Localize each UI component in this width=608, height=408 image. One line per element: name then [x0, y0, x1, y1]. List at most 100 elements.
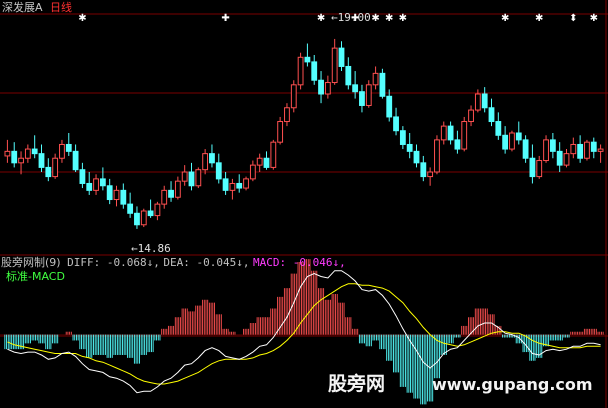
- candle-body-13: [93, 178, 99, 191]
- candle-body-62: [427, 171, 434, 178]
- candle-80: [549, 133, 556, 159]
- candle-16: [113, 185, 120, 207]
- signal-marker-5: ✱: [385, 13, 393, 24]
- indicator-sublabel: 标准-MACD: [6, 270, 65, 283]
- stock-name[interactable]: 深发展A: [2, 1, 43, 14]
- candle-body-2: [18, 157, 24, 164]
- candle-body-46: [318, 79, 324, 95]
- candle-85: [584, 139, 590, 161]
- diff-arrow: ↓: [146, 256, 154, 269]
- candle-22: [154, 201, 161, 221]
- candle-body-16: [113, 189, 120, 201]
- candle-42: [290, 80, 297, 113]
- candle-body-73: [502, 134, 509, 150]
- candle-body-54: [372, 72, 379, 86]
- candle-24: [168, 181, 174, 202]
- candle-body-83: [570, 143, 577, 155]
- candle-63: [434, 135, 440, 175]
- candle-6: [45, 158, 52, 182]
- candle-84: [577, 135, 584, 163]
- candle-78: [536, 155, 543, 179]
- candle-body-23: [161, 189, 168, 205]
- candle-20: [140, 208, 147, 228]
- candle-19: [134, 206, 140, 229]
- candle-61: [420, 155, 427, 182]
- candle-40: [277, 116, 284, 145]
- candle-body-65: [447, 125, 454, 141]
- candle-54: [372, 66, 379, 90]
- candle-77: [529, 144, 536, 184]
- candle-11: [79, 162, 86, 189]
- low-price-value: 14.86: [137, 242, 171, 255]
- candle-body-18: [127, 203, 134, 214]
- macd-value: -0.046: [292, 256, 333, 269]
- candle-body-32: [222, 178, 229, 191]
- candle-body-21: [147, 210, 154, 217]
- signal-marker-1: ✚: [221, 13, 229, 24]
- candle-body-29: [202, 153, 209, 171]
- diff-label: DIFF:: [67, 256, 101, 269]
- candle-body-10: [72, 150, 79, 171]
- macd-label: MACD:: [252, 256, 287, 269]
- candle-body-39: [270, 141, 277, 168]
- candle-body-9: [65, 143, 72, 152]
- candle-body-11: [79, 169, 86, 184]
- candle-body-60: [413, 150, 420, 164]
- candle-body-51: [352, 84, 359, 93]
- candle-86: [590, 137, 597, 159]
- candle-26: [181, 165, 188, 186]
- candle-body-56: [386, 95, 393, 118]
- period-label[interactable]: 日线: [50, 1, 72, 14]
- candle-73: [502, 126, 509, 154]
- candle-46: [318, 71, 324, 104]
- candle-67: [461, 116, 468, 152]
- candle-body-45: [311, 61, 318, 81]
- candle-44: [304, 43, 311, 67]
- candle-12: [86, 172, 93, 195]
- dea-line: [7, 283, 601, 385]
- signal-marker-8: ✱: [535, 13, 543, 24]
- candle-body-19: [134, 212, 140, 226]
- candle-62: [427, 167, 434, 186]
- candle-1: [11, 142, 18, 168]
- candle-65: [447, 121, 454, 145]
- candle-body-49: [338, 47, 345, 67]
- chart-canvas[interactable]: ✱ ✚ ✱ ✚ ✱ ✱ ✱ ✱ ✱ ⬍ ✱: [0, 0, 608, 408]
- candle-body-24: [168, 189, 174, 198]
- candle-body-1: [11, 150, 18, 164]
- candle-body-52: [359, 91, 365, 106]
- indicator-title[interactable]: 股旁网制(9): [1, 256, 61, 269]
- candle-body-36: [249, 164, 256, 180]
- candle-body-43: [297, 56, 304, 86]
- signal-marker-6: ✱: [399, 13, 407, 24]
- candle-body-30: [209, 153, 215, 164]
- candle-4: [31, 135, 38, 159]
- signal-marker-9: ⬍: [569, 13, 577, 24]
- candle-82: [563, 149, 570, 168]
- candle-37: [256, 153, 263, 172]
- macd-arrow: ↓: [332, 256, 340, 269]
- candle-body-71: [488, 107, 495, 123]
- candle-body-81: [556, 150, 563, 166]
- candle-34: [236, 174, 243, 193]
- candle-body-28: [195, 169, 202, 187]
- candle-36: [249, 160, 256, 182]
- candle-57: [393, 107, 399, 136]
- candlestick-series[interactable]: [4, 38, 604, 229]
- candle-2: [18, 151, 24, 175]
- candle-body-77: [529, 157, 536, 178]
- candle-body-68: [468, 109, 474, 123]
- candle-body-14: [99, 178, 106, 187]
- dea-readout: DEA: -0.045↓,: [163, 256, 250, 269]
- candle-17: [120, 183, 127, 209]
- candle-10: [72, 144, 79, 172]
- candle-body-38: [263, 157, 270, 168]
- candle-body-34: [236, 182, 243, 189]
- candle-body-15: [106, 185, 113, 201]
- candle-body-70: [481, 93, 488, 109]
- candle-71: [488, 98, 495, 127]
- dea-arrow: ↓: [236, 256, 243, 269]
- candle-body-87: [597, 148, 604, 152]
- candle-body-50: [345, 65, 352, 86]
- candle-body-4: [31, 148, 38, 155]
